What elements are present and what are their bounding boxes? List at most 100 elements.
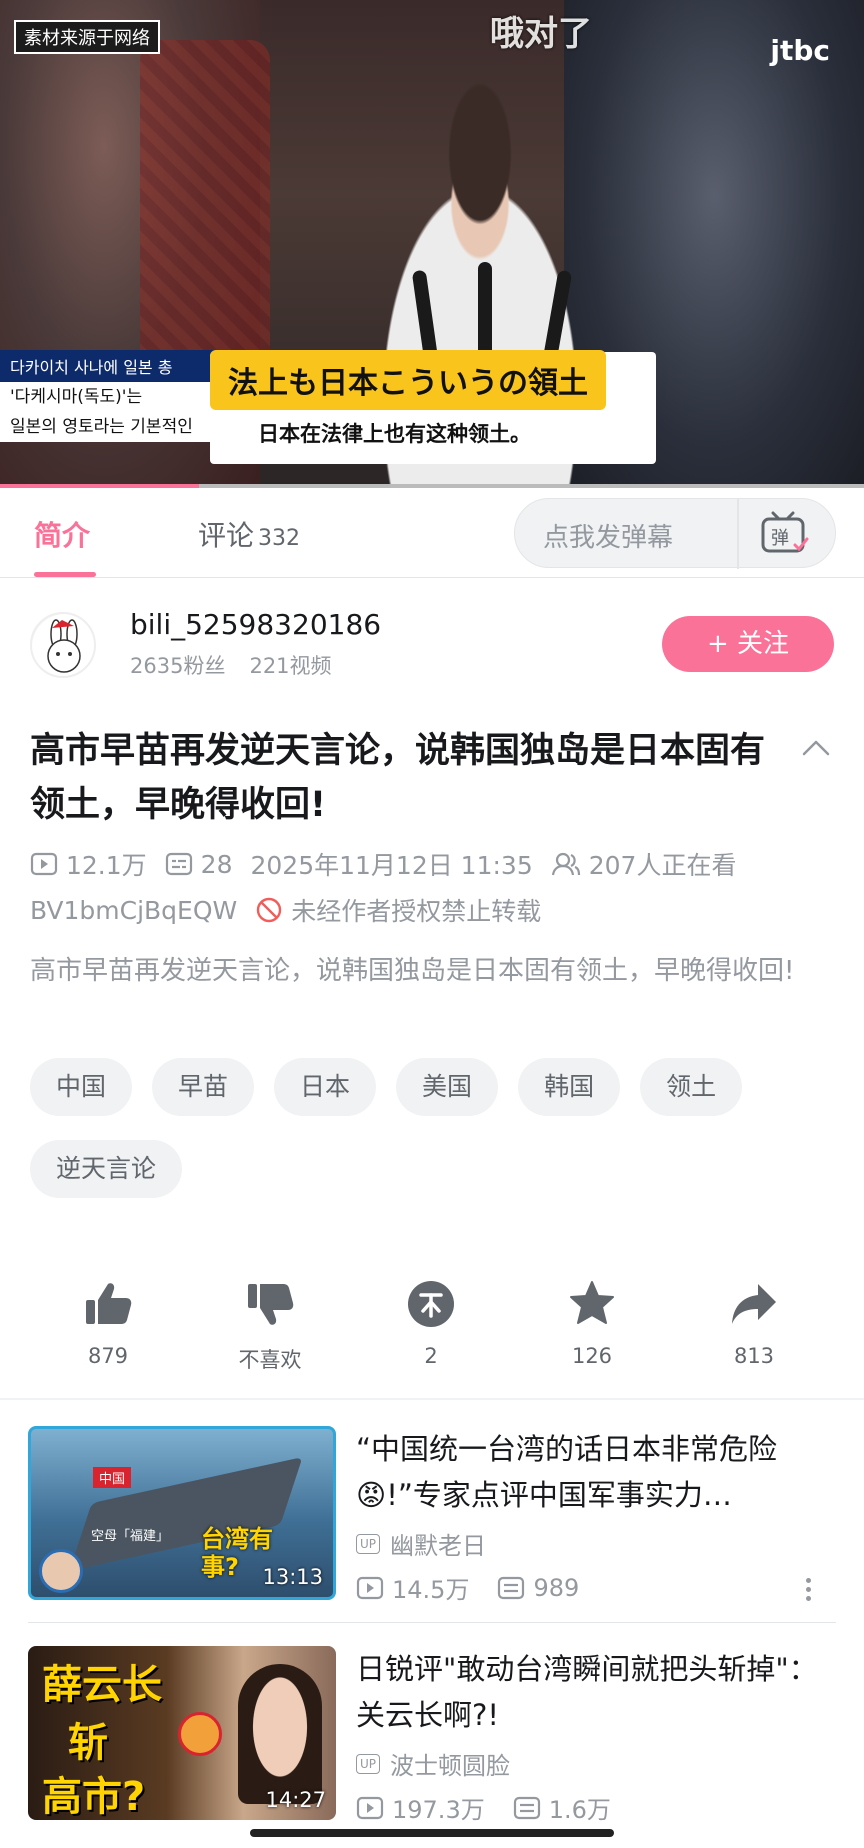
thumbs-up-icon [86,1283,132,1324]
share-button[interactable]: 813 [694,1270,814,1368]
video-frame-curtain [140,40,270,400]
recommended-uploader[interactable]: UP 波士顿圆脸 [356,1746,510,1781]
up-badge-icon: UP [356,1533,381,1554]
copyright-notice: 未经作者授权禁止转载 [255,892,541,928]
video-progress-bar[interactable] [0,484,864,488]
recommended-uploader[interactable]: UP 幽默老日 [356,1526,486,1561]
uploader-stats: 2635粉丝 221视频 [130,650,332,680]
danmaku-count-icon [165,852,192,876]
danmaku-tv-icon: 弹 [761,511,809,553]
recommended-stats: 14.5万 989 [356,1570,607,1605]
copyright-text: 未经作者授权禁止转载 [291,897,542,926]
danmaku-count-icon [513,1796,540,1819]
like-button[interactable]: 879 [48,1270,168,1368]
thumb-caption: 空母「福建」 [91,1529,170,1544]
recommended-uploader-name: 波士顿圆脸 [390,1752,511,1780]
recommended-danmaku: 989 [497,1574,579,1602]
video-description: 高市早苗再发逆天言论，说韩国独岛是日本固有领土，早晚得收回! [30,956,795,986]
tag-chip[interactable]: 日本 [274,1058,377,1116]
rabbit-avatar-icon [32,614,94,676]
star-icon [570,1281,614,1324]
recommended-views-count: 14.5万 [392,1576,470,1604]
video-id-row: BV1bmCjBqEQW 未经作者授权禁止转载 [30,892,559,928]
video-duration: 13:13 [262,1565,323,1589]
recommended-stats: 197.3万 1.6万 [356,1790,639,1825]
uploader-videos: 221视频 [249,654,332,678]
action-bar: 879 不喜欢 2 126 813 [0,1270,864,1380]
tab-intro[interactable]: 简介 [34,514,90,554]
recommended-danmaku-count: 989 [533,1573,580,1602]
video-duration: 14:27 [265,1788,326,1812]
recommended-video[interactable]: 薛云长 斩 高市? 14:27 日锐评"敢动台湾瞬间就把头斩掉"：关云长啊?! … [0,1646,864,1848]
more-dot [805,1596,811,1601]
coin-count: 2 [424,1344,438,1368]
danmaku-placeholder: 点我发弹幕 [543,523,674,553]
tag-chip[interactable]: 逆天言论 [30,1140,183,1198]
comments-count: 332 [258,526,301,551]
views-count: 12.1万 [66,851,147,880]
more-dot [805,1578,811,1583]
tag-chip[interactable]: 领土 [640,1058,743,1116]
thumb-badge: 高市? [42,1774,146,1820]
dislike-label: 不喜欢 [238,1348,302,1372]
danmaku-input[interactable]: 点我发弹幕 弹 [514,498,836,569]
tab-bar: 简介 评论 332 点我发弹幕 弹 [0,490,864,578]
collapse-button[interactable] [798,730,834,766]
prohibited-icon [257,897,282,923]
bvid[interactable]: BV1bmCjBqEQW [30,896,237,925]
home-indicator[interactable] [250,1829,614,1837]
recommended-video[interactable]: 中国 空母「福建」 台湾有事? 13:13 “中国统一台湾的话日本非常危险😡!”… [0,1426,864,1646]
subtitle-chinese: 日本在法律上也有这种领土。 [258,422,531,446]
video-title: 高市早苗再发逆天言论，说韩国独岛是日本固有领土，早晚得收回! [30,731,766,825]
people-icon [551,852,580,876]
video-player[interactable]: 素材来源于网络 哦对了 jtbc 다카이치 사나에 일본 총 '다케시마(독도)… [0,0,864,488]
follow-button[interactable]: + 关注 [662,616,834,672]
tag-chip[interactable]: 中国 [30,1058,133,1116]
video-thumbnail[interactable]: 中国 空母「福建」 台湾有事? 13:13 [28,1426,336,1600]
recommended-views: 14.5万 [356,1570,469,1605]
thumb-headline: 薛云长 [42,1662,162,1708]
up-badge-icon: UP [356,1753,381,1774]
dislike-button[interactable]: 不喜欢 [210,1270,330,1374]
thumb-caption: 斩 [68,1720,108,1766]
tag-chip[interactable]: 早苗 [152,1058,255,1116]
subtitle-japanese: 法上も日本こういうの領土 [210,350,606,410]
more-dot [805,1587,811,1592]
danmaku-divider [737,499,739,569]
channel-logo: jtbc [770,34,830,67]
play-count-icon [356,1796,384,1819]
tag-chip[interactable]: 美国 [396,1058,499,1116]
tab-comments-label: 评论 [198,519,255,552]
chevron-up-icon [802,740,830,756]
video-thumbnail[interactable]: 薛云长 斩 高市? 14:27 [28,1646,336,1820]
like-count: 879 [87,1344,129,1368]
video-meta-row: 12.1万 28 2025年11月12日 11:35 207人正在看 [30,846,754,882]
video-progress-fill [0,484,199,488]
thumbs-down-icon [248,1284,294,1325]
watching-stat: 207人正在看 [551,846,736,882]
play-count-icon [356,1576,384,1599]
uploader-name[interactable]: bili_52598320186 [130,608,381,641]
list-divider [28,1622,836,1623]
danmaku-icon-glyph: 弹 [771,528,789,549]
danmaku-overlay-text: 哦对了 [490,14,592,54]
uploader-avatar[interactable] [30,612,96,678]
danmaku-count-icon [498,1576,525,1599]
coin-button[interactable]: 2 [371,1270,491,1368]
views-stat: 12.1万 [30,846,147,882]
uploader-fans: 2635粉丝 [130,654,226,678]
recommended-title[interactable]: 日锐评"敢动台湾瞬间就把头斩掉"：关云长啊?! [356,1646,836,1738]
recommended-views-count: 197.3万 [392,1796,485,1824]
favorite-button[interactable]: 126 [532,1270,652,1368]
recommended-views: 197.3万 [356,1790,485,1825]
danmaku-count: 28 [200,849,233,879]
publish-datetime: 2025年11月12日 11:35 [250,851,533,880]
danmaku-stat: 28 [165,849,233,879]
tab-comments[interactable]: 评论 332 [198,514,300,554]
danmaku-toggle-button[interactable]: 弹 [759,511,811,557]
thumb-badge: 中国 [93,1467,132,1488]
section-divider [0,1398,864,1400]
tag-chip[interactable]: 韩国 [518,1058,621,1116]
recommended-title[interactable]: “中国统一台湾的话日本非常危险😡!”专家点评中国军事实力… [356,1426,836,1518]
more-options-button[interactable] [804,1578,812,1604]
